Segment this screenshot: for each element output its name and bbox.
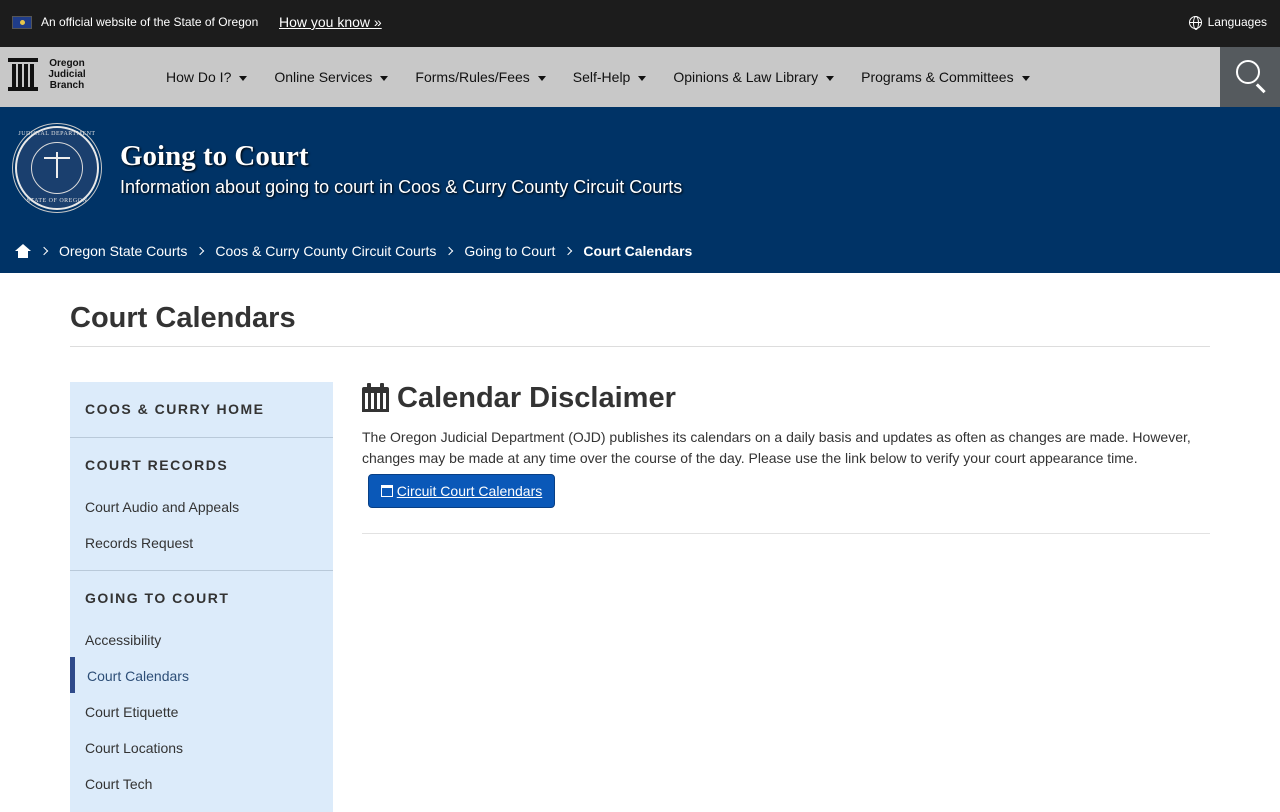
main-navbar: Oregon Judicial Branch How Do I? Online … bbox=[0, 47, 1280, 107]
languages-label: Languages bbox=[1207, 15, 1267, 29]
circuit-court-calendars-button[interactable]: Circuit Court Calendars bbox=[368, 474, 555, 508]
search-button[interactable] bbox=[1220, 47, 1280, 107]
languages-button[interactable]: Languages bbox=[1188, 15, 1267, 30]
home-icon[interactable] bbox=[15, 244, 31, 258]
disclaimer-heading: Calendar Disclaimer bbox=[397, 382, 676, 414]
how-you-know-link[interactable]: How you know » bbox=[279, 14, 382, 30]
caret-down-icon bbox=[239, 75, 248, 81]
ojd-logo[interactable]: Oregon Judicial Branch bbox=[8, 58, 90, 91]
button-label: Circuit Court Calendars bbox=[396, 483, 543, 499]
search-icon bbox=[1236, 60, 1260, 84]
calendar-icon bbox=[380, 485, 393, 497]
active-indicator bbox=[70, 657, 75, 693]
caret-down-icon bbox=[537, 75, 546, 81]
sidebar-item-court-tech[interactable]: Court Tech bbox=[85, 776, 152, 792]
nav-forms-rules-fees[interactable]: Forms/Rules/Fees bbox=[415, 69, 546, 85]
caret-down-icon bbox=[638, 75, 647, 81]
nav-opinions-law-library[interactable]: Opinions & Law Library bbox=[673, 69, 835, 85]
chevron-right-icon bbox=[445, 246, 454, 256]
caret-down-icon bbox=[380, 75, 389, 81]
breadcrumb-coos-curry[interactable]: Coos & Curry County Circuit Courts bbox=[215, 243, 436, 259]
page-title: Court Calendars bbox=[70, 302, 296, 334]
caret-down-icon bbox=[1021, 75, 1030, 81]
nav-online-services[interactable]: Online Services bbox=[274, 69, 389, 85]
column-logo-icon bbox=[8, 58, 38, 91]
header-title: Going to Court bbox=[120, 140, 309, 172]
chevron-right-icon bbox=[564, 246, 573, 256]
official-banner: An official website of the State of Oreg… bbox=[0, 0, 1280, 47]
chevron-right-icon bbox=[196, 246, 205, 256]
chevron-right-icon bbox=[39, 246, 49, 256]
caret-down-icon bbox=[826, 75, 835, 81]
official-text: An official website of the State of Oreg… bbox=[41, 15, 259, 29]
header-subtitle: Information about going to court in Coos… bbox=[120, 177, 683, 197]
nav-how-do-i[interactable]: How Do I? bbox=[166, 69, 248, 85]
sidebar-divider bbox=[70, 570, 333, 571]
content-divider bbox=[362, 533, 1210, 534]
globe-icon bbox=[1188, 15, 1202, 30]
logo-text: Oregon Judicial Branch bbox=[48, 58, 86, 91]
breadcrumb-oregon-state-courts[interactable]: Oregon State Courts bbox=[59, 243, 187, 259]
breadcrumb-current: Court Calendars bbox=[583, 243, 693, 259]
page-header: JUDICIAL DEPARTMENT STATE OF OREGON Goin… bbox=[0, 107, 1280, 273]
sidebar-coos-curry-home[interactable]: COOS & CURRY HOME bbox=[85, 401, 265, 417]
nav-programs-committees[interactable]: Programs & Committees bbox=[861, 69, 1030, 85]
nav-menu: How Do I? Online Services Forms/Rules/Fe… bbox=[166, 47, 1057, 107]
oregon-flag-icon bbox=[12, 16, 32, 29]
sidebar: COOS & CURRY HOME COURT RECORDS Court Au… bbox=[70, 382, 333, 812]
nav-self-help[interactable]: Self-Help bbox=[573, 69, 647, 85]
sidebar-divider bbox=[70, 437, 333, 438]
title-divider bbox=[70, 346, 1210, 347]
calendar-icon bbox=[362, 383, 389, 412]
judicial-seal-icon: JUDICIAL DEPARTMENT STATE OF OREGON bbox=[15, 126, 99, 210]
sidebar-item-court-audio-appeals[interactable]: Court Audio and Appeals bbox=[85, 499, 239, 515]
breadcrumb: Oregon State Courts Coos & Curry County … bbox=[15, 243, 692, 259]
sidebar-item-court-calendars[interactable]: Court Calendars bbox=[87, 668, 189, 684]
sidebar-item-accessibility[interactable]: Accessibility bbox=[85, 632, 161, 648]
sidebar-item-court-locations[interactable]: Court Locations bbox=[85, 740, 183, 756]
disclaimer-text: The Oregon Judicial Department (OJD) pub… bbox=[362, 429, 1191, 466]
sidebar-court-records[interactable]: COURT RECORDS bbox=[85, 457, 228, 473]
sidebar-item-court-etiquette[interactable]: Court Etiquette bbox=[85, 704, 178, 720]
sidebar-going-to-court[interactable]: GOING TO COURT bbox=[85, 590, 229, 606]
sidebar-item-records-request[interactable]: Records Request bbox=[85, 535, 193, 551]
breadcrumb-going-to-court[interactable]: Going to Court bbox=[464, 243, 555, 259]
